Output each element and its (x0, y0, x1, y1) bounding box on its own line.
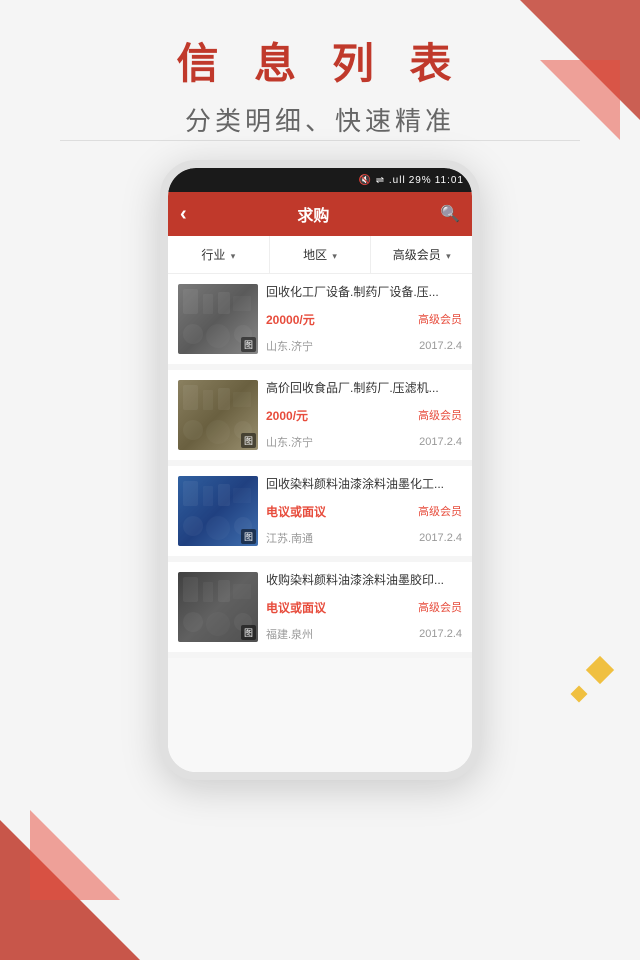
page-title-area: 信 息 列 表 分类明细、快速精准 (0, 30, 640, 138)
listing-info: 高价回收食品厂.制药厂.压滤机... 2000/元 高级会员 山东.济宁 201… (258, 380, 462, 450)
listing-title: 收购染料颜料油漆涂料油墨胶印... (266, 572, 462, 589)
status-bar: 🔇 ⇌ .ull 29% 11:01 (168, 168, 472, 192)
listing-thumb: 图 (178, 476, 258, 546)
filter-member-arrow: ▾ (446, 251, 451, 261)
listing-thumb: 图 (178, 284, 258, 354)
back-button[interactable]: ‹ (180, 203, 187, 226)
listing-title: 回收染料颜料油漆涂料油墨化工... (266, 476, 462, 493)
listing-date: 2017.2.4 (419, 532, 462, 544)
status-time: 11:01 (435, 175, 464, 186)
listing-member-badge: 高级会员 (418, 503, 462, 519)
phone-inner: 🔇 ⇌ .ull 29% 11:01 ‹ 求购 🔍 行业 ▾ 地区 ▾ 高级会员… (168, 168, 472, 772)
listing-item[interactable]: 图 回收染料颜料油漆涂料油墨化工... 电议或面议 高级会员 江苏.南通 201… (168, 466, 472, 562)
listing-row2: 2000/元 高级会员 (266, 407, 462, 424)
listing-row3: 江苏.南通 2017.2.4 (266, 530, 462, 546)
status-battery: 29% (409, 175, 432, 186)
listings-area: 图 回收化工厂设备.制药厂设备.压... 20000/元 高级会员 山东.济宁 … (168, 274, 472, 772)
listing-item[interactable]: 图 收购染料颜料油漆涂料油墨胶印... 电议或面议 高级会员 福建.泉州 201… (168, 562, 472, 658)
listing-title: 高价回收食品厂.制药厂.压滤机... (266, 380, 462, 397)
listing-member-badge: 高级会员 (418, 407, 462, 423)
listing-title: 回收化工厂设备.制药厂设备.压... (266, 284, 462, 301)
thumb-badge: 图 (241, 337, 256, 352)
bg-diamond-right-2 (571, 686, 588, 703)
bg-diamond-right (586, 656, 614, 684)
listing-date: 2017.2.4 (419, 340, 462, 352)
filter-bar: 行业 ▾ 地区 ▾ 高级会员 ▾ (168, 236, 472, 274)
filter-industry-arrow: ▾ (231, 251, 236, 261)
filter-region-label: 地区 (303, 248, 327, 262)
status-icons: 🔇 ⇌ .ull 29% 11:01 (359, 175, 464, 186)
listing-price: 2000/元 (266, 407, 308, 424)
thumb-badge: 图 (241, 529, 256, 544)
page-title-sub: 分类明细、快速精准 (0, 101, 640, 138)
thumb-badge: 图 (241, 433, 256, 448)
listing-location: 山东.济宁 (266, 338, 313, 354)
listing-member-badge: 高级会员 (418, 599, 462, 615)
listing-price: 20000/元 (266, 311, 315, 328)
filter-region-arrow: ▾ (332, 251, 337, 261)
listing-date: 2017.2.4 (419, 628, 462, 640)
listing-item[interactable]: 图 回收化工厂设备.制药厂设备.压... 20000/元 高级会员 山东.济宁 … (168, 274, 472, 370)
listing-row2: 20000/元 高级会员 (266, 311, 462, 328)
listing-location: 福建.泉州 (266, 626, 313, 642)
listing-row3: 山东.济宁 2017.2.4 (266, 434, 462, 450)
listing-row3: 福建.泉州 2017.2.4 (266, 626, 462, 642)
filter-region[interactable]: 地区 ▾ (270, 236, 372, 273)
listing-row3: 山东.济宁 2017.2.4 (266, 338, 462, 354)
filter-member[interactable]: 高级会员 ▾ (371, 236, 472, 273)
status-signal: 🔇 ⇌ .ull (359, 175, 406, 186)
listing-price: 电议或面议 (266, 503, 326, 520)
listing-thumb: 图 (178, 572, 258, 642)
filter-industry-label: 行业 (201, 248, 225, 262)
thumb-badge: 图 (241, 625, 256, 640)
phone-mockup: 🔇 ⇌ .ull 29% 11:01 ‹ 求购 🔍 行业 ▾ 地区 ▾ 高级会员… (160, 160, 480, 780)
divider-line (60, 140, 580, 141)
app-header: ‹ 求购 🔍 (168, 192, 472, 236)
listing-location: 山东.济宁 (266, 434, 313, 450)
listing-price: 电议或面议 (266, 599, 326, 616)
listing-thumb: 图 (178, 380, 258, 450)
bg-triangle-bottom-left-2 (30, 810, 120, 900)
listing-item[interactable]: 图 高价回收食品厂.制药厂.压滤机... 2000/元 高级会员 山东.济宁 2… (168, 370, 472, 466)
listing-date: 2017.2.4 (419, 436, 462, 448)
listing-location: 江苏.南通 (266, 530, 313, 546)
search-icon[interactable]: 🔍 (440, 204, 460, 224)
listing-info: 回收化工厂设备.制药厂设备.压... 20000/元 高级会员 山东.济宁 20… (258, 284, 462, 354)
listing-info: 回收染料颜料油漆涂料油墨化工... 电议或面议 高级会员 江苏.南通 2017.… (258, 476, 462, 546)
listing-info: 收购染料颜料油漆涂料油墨胶印... 电议或面议 高级会员 福建.泉州 2017.… (258, 572, 462, 642)
filter-member-label: 高级会员 (393, 248, 441, 262)
header-title: 求购 (297, 202, 329, 226)
listing-member-badge: 高级会员 (418, 311, 462, 327)
filter-industry[interactable]: 行业 ▾ (168, 236, 270, 273)
listing-row2: 电议或面议 高级会员 (266, 599, 462, 616)
listing-row2: 电议或面议 高级会员 (266, 503, 462, 520)
page-title-main: 信 息 列 表 (0, 30, 640, 91)
